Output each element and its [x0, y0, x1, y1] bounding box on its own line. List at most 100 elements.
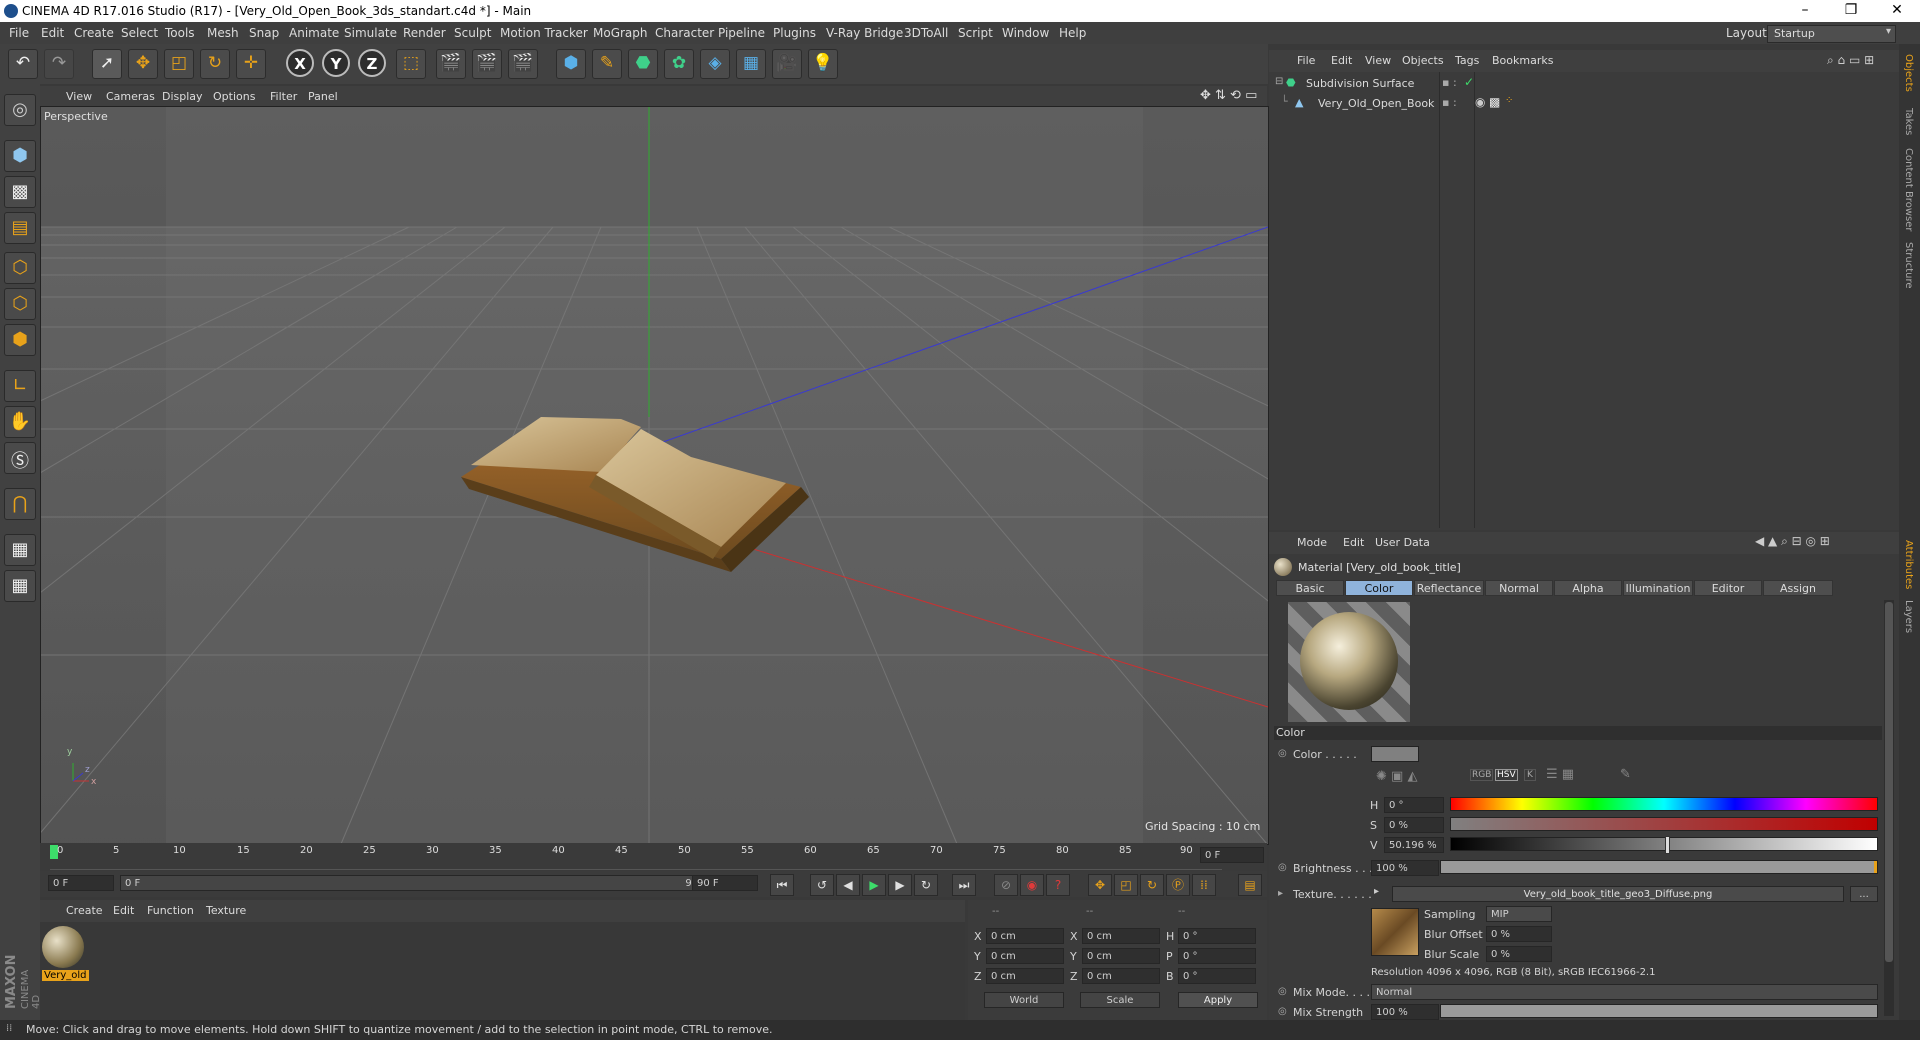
side-tab-takes[interactable]: Takes	[1903, 108, 1914, 135]
menu-render[interactable]: Render	[403, 26, 446, 40]
frame-range-slider[interactable]: 0 F 90 F	[120, 875, 728, 891]
value-field[interactable]: 50.196 %	[1384, 837, 1444, 853]
tab-alpha[interactable]: Alpha	[1554, 580, 1622, 596]
size-z-field[interactable]: 0 cm	[1082, 968, 1160, 984]
material-menu-function[interactable]: Function	[147, 904, 194, 917]
phong-tag-icon[interactable]: ⁘	[1505, 95, 1513, 106]
cube-primitive-button[interactable]: ⬢	[556, 49, 586, 79]
viewport-menu-cameras[interactable]: Cameras	[106, 90, 155, 103]
viewport-menu-display[interactable]: Display	[162, 90, 203, 103]
camera-button[interactable]: 🎥	[772, 49, 802, 79]
key-position-button[interactable]: ✥	[1088, 874, 1112, 896]
hsv-mode-button[interactable]: HSV	[1495, 769, 1518, 781]
light-button[interactable]: 💡	[808, 49, 838, 79]
rotate-tool-button[interactable]: ↻	[200, 49, 230, 79]
perspective-viewport[interactable]: y x z	[40, 106, 1269, 845]
menu-3dtoall[interactable]: 3DToAll	[904, 26, 948, 40]
menu-motion-tracker[interactable]: Motion Tracker	[500, 26, 588, 40]
texture-arrow-icon[interactable]: ▸	[1374, 886, 1379, 897]
material-tag-icon[interactable]: ◉	[1475, 95, 1485, 109]
mix-mode-dropdown[interactable]: Normal	[1371, 984, 1878, 1000]
render-picture-viewer-button[interactable]: 🎬	[472, 49, 502, 79]
timeline-ruler[interactable]: 0 5 10 15 20 25 30 35 40 45 50 55 60 65 …	[40, 843, 1267, 871]
attributes-scrollbar-thumb[interactable]	[1885, 602, 1893, 962]
lock-workplane-button[interactable]: ▦	[4, 534, 36, 566]
menu-window[interactable]: Window	[1002, 26, 1049, 40]
snap-button[interactable]: Ⓢ	[4, 442, 36, 474]
visibility-dots-icon[interactable]: ▪ :	[1442, 96, 1457, 109]
tab-assign[interactable]: Assign	[1763, 580, 1833, 596]
render-settings-button[interactable]: 🎬	[508, 49, 538, 79]
side-tab-structure[interactable]: Structure	[1903, 242, 1914, 289]
attr-navigation-icons[interactable]: ◀ ▲ ⌕ ⊟ ◎ ⊞	[1755, 534, 1830, 549]
tab-color[interactable]: Color	[1345, 580, 1413, 596]
menu-script[interactable]: Script	[958, 26, 993, 40]
viewport-menu-options[interactable]: Options	[213, 90, 255, 103]
mix-strength-field[interactable]: 100 %	[1371, 1004, 1439, 1020]
side-tab-objects[interactable]: Objects	[1903, 54, 1914, 92]
object-menu-objects[interactable]: Objects	[1402, 54, 1444, 67]
tweak-mode-button[interactable]: ✋	[4, 406, 36, 438]
mixer-icons[interactable]: ☰ ▦	[1546, 767, 1574, 782]
move-tool-button[interactable]: ✥	[128, 49, 158, 79]
menu-help[interactable]: Help	[1059, 26, 1086, 40]
material-swatch[interactable]: Very_old	[42, 926, 89, 982]
object-menu-view[interactable]: View	[1365, 54, 1391, 67]
make-editable-button[interactable]: ◎	[4, 94, 36, 126]
x-axis-button[interactable]: X	[286, 49, 314, 77]
layout-dropdown[interactable]: Startup ▾	[1767, 25, 1896, 43]
animate-brightness-icon[interactable]: ◎	[1278, 862, 1287, 873]
menu-edit[interactable]: Edit	[41, 26, 64, 40]
tab-illumination[interactable]: Illumination	[1623, 580, 1693, 596]
maximize-button[interactable]: ❐	[1828, 0, 1874, 22]
pos-z-field[interactable]: 0 cm	[986, 968, 1064, 984]
previous-key-button[interactable]: ↺	[810, 874, 834, 896]
redo-button[interactable]: ↷	[44, 49, 74, 79]
undo-button[interactable]: ↶	[8, 49, 38, 79]
value-slider[interactable]	[1450, 836, 1878, 854]
tab-basic[interactable]: Basic	[1276, 580, 1344, 596]
transform-tool-button[interactable]: ✛	[236, 49, 266, 79]
menu-snap[interactable]: Snap	[249, 26, 279, 40]
material-menu-create[interactable]: Create	[66, 904, 103, 917]
viewport-menu-panel[interactable]: Panel	[308, 90, 338, 103]
menu-sculpt[interactable]: Sculpt	[454, 26, 491, 40]
menu-plugins[interactable]: Plugins	[773, 26, 816, 40]
attr-menu-mode[interactable]: Mode	[1297, 536, 1327, 549]
key-pla-button[interactable]: ⁞⁞	[1192, 874, 1216, 896]
object-menu-tags[interactable]: Tags	[1455, 54, 1479, 67]
animate-mix-strength-icon[interactable]: ◎	[1278, 1006, 1287, 1017]
size-mode-dropdown[interactable]: Scale	[1080, 992, 1160, 1008]
next-key-button[interactable]: ↻	[914, 874, 938, 896]
viewport-navigation-icons[interactable]: ✥ ⇅ ⟲ ▭	[1200, 88, 1257, 103]
blur-offset-field[interactable]: 0 %	[1486, 926, 1552, 942]
object-menu-file[interactable]: File	[1297, 54, 1315, 67]
tab-reflectance[interactable]: Reflectance	[1414, 580, 1484, 596]
attr-menu-user-data[interactable]: User Data	[1375, 536, 1430, 549]
attributes-scrollbar[interactable]	[1884, 600, 1894, 1016]
key-rotation-button[interactable]: ↻	[1140, 874, 1164, 896]
spline-pen-button[interactable]: ✎	[592, 49, 622, 79]
value-slider-handle[interactable]	[1664, 836, 1670, 854]
blur-scale-field[interactable]: 0 %	[1486, 946, 1552, 962]
menu-create[interactable]: Create	[74, 26, 114, 40]
coordinate-system-button[interactable]: ⬚	[396, 49, 426, 79]
apply-button[interactable]: Apply	[1178, 992, 1258, 1008]
rgb-mode-button[interactable]: RGB	[1470, 769, 1494, 781]
rot-p-field[interactable]: 0 °	[1178, 948, 1256, 964]
play-button[interactable]: ▶	[862, 874, 886, 896]
deformer-button[interactable]: ◈	[700, 49, 730, 79]
menu-animate[interactable]: Animate	[289, 26, 339, 40]
axis-mode-button[interactable]: ∟	[4, 370, 36, 402]
floor-button[interactable]: ▦	[736, 49, 766, 79]
texture-browse-button[interactable]: ...	[1850, 886, 1878, 902]
texture-thumbnail[interactable]	[1371, 908, 1419, 956]
animate-color-icon[interactable]: ◎	[1278, 748, 1287, 759]
magnet-button[interactable]: ⋂	[4, 488, 36, 520]
menu-character[interactable]: Character	[655, 26, 714, 40]
texture-mode-button[interactable]: ▩	[4, 176, 36, 208]
next-frame-button[interactable]: ▶	[888, 874, 912, 896]
go-to-start-button[interactable]: ⏮	[770, 874, 794, 896]
previous-frame-button[interactable]: ◀	[836, 874, 860, 896]
go-to-end-button[interactable]: ⏭	[952, 874, 976, 896]
